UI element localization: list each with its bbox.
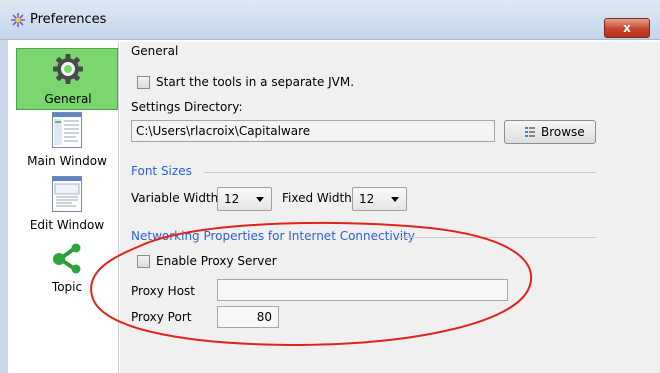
gear-icon xyxy=(53,54,83,84)
proxy-port-field[interactable]: 80 xyxy=(217,306,279,328)
sidebar-item-topic[interactable]: Topic xyxy=(16,240,118,302)
sidebar-item-general[interactable]: General xyxy=(16,48,118,110)
proxy-host-label: Proxy Host xyxy=(131,284,196,298)
edit-window-thumbnail-icon xyxy=(52,176,82,212)
topic-network-icon xyxy=(53,243,81,274)
variable-width-label: Variable Width: xyxy=(131,191,223,205)
sidebar-item-edit-window[interactable]: Edit Window xyxy=(16,176,118,238)
group-divider xyxy=(204,172,596,173)
title-bar: Preferences x xyxy=(0,0,660,40)
fixed-width-label: Fixed Width: xyxy=(282,191,356,205)
browse-button[interactable]: Browse xyxy=(504,120,596,144)
separate-jvm-label: Start the tools in a separate JVM. xyxy=(156,75,355,89)
variable-width-value: 12 xyxy=(224,192,240,206)
preferences-window: Preferences x General Main Window Edit W… xyxy=(0,0,660,373)
folder-list-icon xyxy=(525,127,535,137)
sidebar-item-label: General xyxy=(44,92,92,106)
main-window-thumbnail-icon xyxy=(52,112,82,148)
sidebar-item-label: Main Window xyxy=(27,154,107,168)
separate-jvm-checkbox[interactable] xyxy=(137,76,150,89)
general-settings-panel: General Start the tools in a separate JV… xyxy=(120,42,660,373)
settings-directory-field[interactable]: C:\Users\rlacroix\Capitalware xyxy=(131,120,495,142)
section-title-general: General xyxy=(131,44,179,58)
networking-group-label: Networking Properties for Internet Conne… xyxy=(131,229,415,243)
chevron-down-icon xyxy=(391,197,399,202)
settings-directory-label: Settings Directory: xyxy=(131,100,243,114)
group-divider xyxy=(398,237,596,238)
font-sizes-group-label: Font Sizes xyxy=(131,164,192,178)
variable-width-select[interactable]: 12 xyxy=(217,187,272,211)
window-frame xyxy=(0,40,8,373)
proxy-port-label: Proxy Port xyxy=(131,310,192,324)
sidebar-item-main-window[interactable]: Main Window xyxy=(16,112,118,174)
chevron-down-icon xyxy=(256,197,264,202)
window-title: Preferences xyxy=(30,12,107,27)
proxy-host-field[interactable] xyxy=(217,279,508,301)
app-icon xyxy=(11,13,25,27)
fixed-width-select[interactable]: 12 xyxy=(352,187,407,211)
sidebar-item-label: Edit Window xyxy=(29,218,105,232)
fixed-width-value: 12 xyxy=(359,192,375,206)
enable-proxy-label: Enable Proxy Server xyxy=(156,254,277,268)
sidebar: General Main Window Edit Window Topic xyxy=(8,42,119,373)
sidebar-item-label: Topic xyxy=(51,280,83,294)
enable-proxy-checkbox[interactable] xyxy=(137,255,150,268)
browse-button-label: Browse xyxy=(541,125,585,139)
close-button[interactable]: x xyxy=(604,18,650,38)
